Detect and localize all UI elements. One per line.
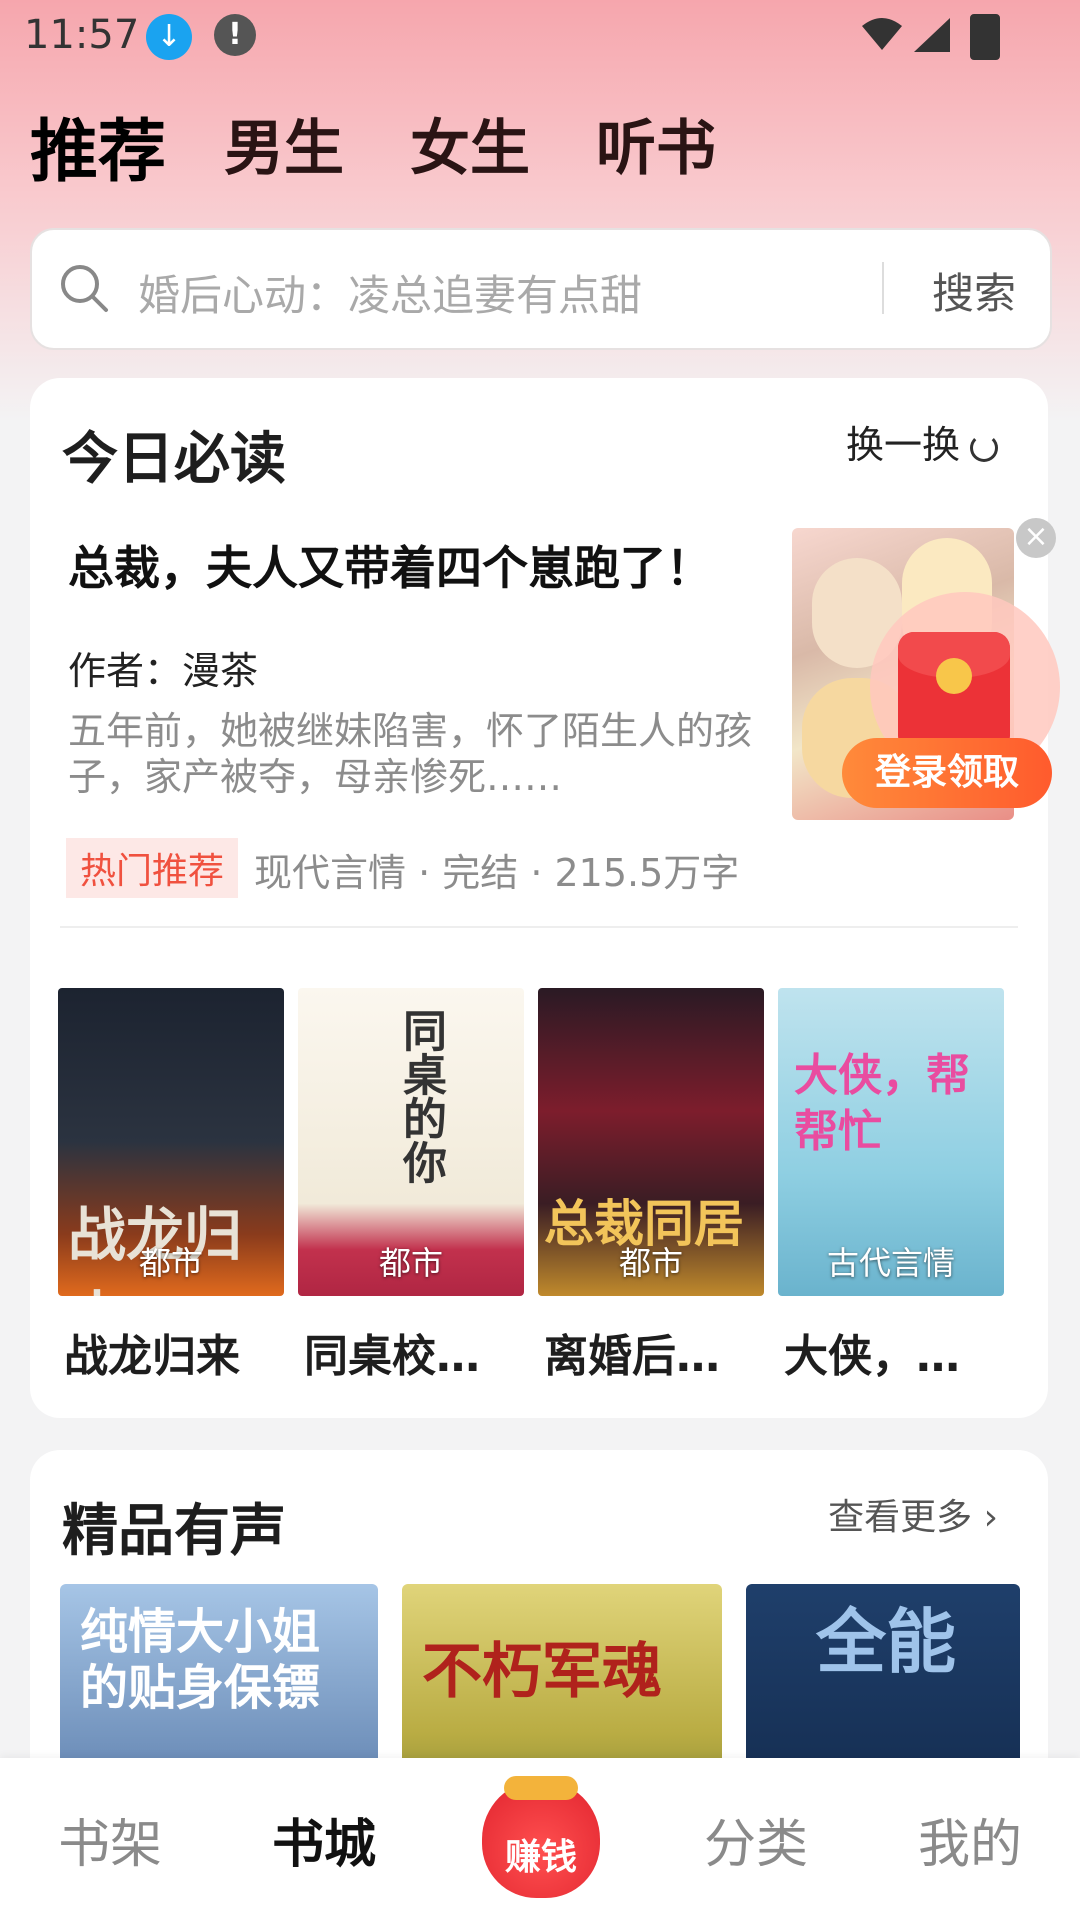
book-title: 同桌校… (304, 1331, 480, 1382)
search-button[interactable]: 搜索 (932, 260, 1016, 321)
hot-recommend-tag: 热门推荐 (66, 838, 239, 898)
book-genre: 都市 (378, 1244, 443, 1282)
book-genre: 古代言情 (826, 1244, 955, 1282)
book-cover: 总裁同居 都市 (538, 988, 764, 1296)
cover-art-text: 不朽军魂 (422, 1637, 662, 1707)
book-genre: 都市 (618, 1244, 683, 1282)
red-envelope-icon (898, 632, 1010, 752)
bottom-nav: 书架 书城 赚钱 分类 我的 (0, 1758, 1080, 1920)
book-item[interactable]: 战龙归来 都市 战龙归来 (58, 988, 284, 1384)
book-title: 战龙归来 (64, 1331, 240, 1382)
status-time: 11:57 (24, 12, 140, 58)
book-item[interactable]: 总裁同居 都市 离婚后… (538, 988, 764, 1384)
book-cover: 同桌的你 都市 (298, 988, 524, 1296)
refresh-label: 换一换 (845, 423, 960, 467)
nav-earn-money[interactable]: 赚钱 (482, 1776, 600, 1898)
divider (60, 926, 1018, 928)
chevron-right-icon: › (983, 1497, 998, 1538)
view-more-link[interactable]: 查看更多 › (828, 1488, 998, 1540)
tab-recommend[interactable]: 推荐 (30, 96, 166, 195)
view-more-label: 查看更多 (828, 1497, 973, 1538)
money-bag-icon (504, 1776, 578, 1800)
today-title: 今日必读 (62, 427, 286, 492)
cover-art-text: 同桌的你 (395, 1008, 446, 1184)
featured-book-author: 作者：漫茶 (68, 649, 259, 693)
tab-audiobook[interactable]: 听书 (596, 100, 716, 187)
book-item[interactable]: 同桌的你 都市 同桌校… (298, 988, 524, 1384)
nav-mine[interactable]: 我的 (918, 1802, 1022, 1877)
refresh-button[interactable]: 换一换 (846, 414, 998, 469)
tab-male[interactable]: 男生 (224, 100, 344, 187)
close-icon[interactable]: × (1016, 518, 1056, 558)
search-icon (61, 265, 108, 312)
book-genre: 都市 (138, 1244, 203, 1282)
search-input[interactable]: 婚后心动：凌总追妻有点甜 (138, 262, 642, 323)
book-cover: 战龙归来 都市 (58, 988, 284, 1296)
today-must-read-card: 今日必读 换一换 总裁，夫人又带着四个崽跑了！ 作者：漫茶 五年前，她被继妹陷害… (30, 378, 1060, 1418)
audio-title: 精品有声 (62, 1499, 286, 1564)
nav-bookstore[interactable]: 书城 (272, 1802, 376, 1877)
battery-icon (970, 14, 1000, 60)
nav-bookshelf[interactable]: 书架 (58, 1802, 162, 1877)
cover-art-text: 全能 (816, 1601, 956, 1683)
login-reward-button[interactable]: 登录领取 (842, 738, 1052, 808)
featured-book-meta: 现代言情 · 完结 · 215.5万字 (254, 851, 740, 895)
book-title: 离婚后… (544, 1331, 720, 1382)
cover-art-text: 大侠，帮帮忙 (794, 1050, 970, 1157)
status-bar: 11:57 ↓ ! (0, 0, 1080, 70)
cover-art-text: 纯情大小姐的贴身保镖 (80, 1604, 321, 1716)
wifi-icon (862, 18, 902, 50)
tab-female[interactable]: 女生 (410, 100, 530, 187)
featured-book-description: 五年前，她被继妹陷害，怀了陌生人的孩子，家产被夺，母亲惨死…… (68, 709, 753, 799)
book-cover: 大侠，帮帮忙 古代言情 (778, 988, 1004, 1296)
nav-category[interactable]: 分类 (704, 1802, 808, 1877)
alert-icon: ! (214, 14, 256, 56)
signal-icon (914, 18, 950, 52)
book-title: 大侠，… (784, 1331, 960, 1382)
earn-label: 赚钱 (504, 1837, 577, 1878)
search-bar[interactable]: 婚后心动：凌总追妻有点甜 搜索 (30, 228, 1052, 350)
refresh-icon (970, 433, 998, 462)
featured-book-title[interactable]: 总裁，夫人又带着四个崽跑了！ (68, 532, 712, 598)
book-item[interactable]: 大侠，帮帮忙 古代言情 大侠，… (778, 988, 1004, 1384)
download-icon: ↓ (146, 14, 192, 60)
search-divider (882, 262, 884, 314)
